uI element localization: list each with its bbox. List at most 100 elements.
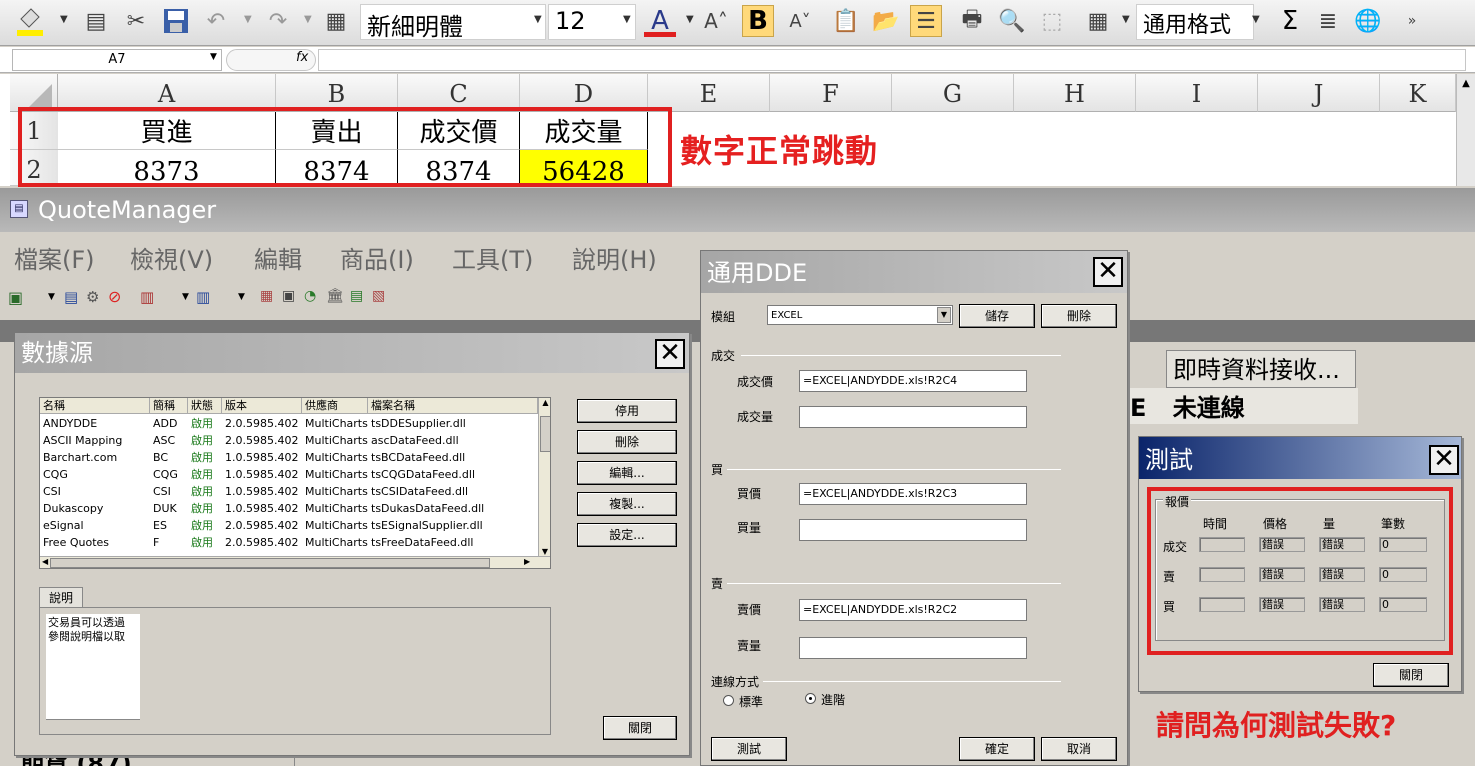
buy-price-input[interactable]: =EXCEL|ANDYDDE.xls!R2C3 — [799, 483, 1027, 505]
borders-icon[interactable]: ▦ — [1082, 5, 1114, 37]
disable-button[interactable]: 停用 — [577, 399, 677, 423]
radio-advanced[interactable] — [805, 693, 816, 704]
test-close-icon[interactable]: ✕ — [1429, 445, 1459, 475]
trade-price-input[interactable]: =EXCEL|ANDYDDE.xls!R2C4 — [799, 370, 1027, 392]
undo-icon[interactable]: ↶ — [200, 5, 232, 37]
edit-button[interactable]: 編輯... — [577, 461, 677, 485]
add-symbol-icon[interactable]: ▤ — [64, 288, 78, 306]
list-item[interactable]: Barchart.com BC 啟用 1.0.5985.402 MultiCharts t… — [40, 449, 538, 466]
chart-icon[interactable]: ▧ — [372, 288, 385, 304]
list-item[interactable]: CQG CQG 啟用 1.0.5985.402 MultiCharts tsCQGData… — [40, 466, 538, 483]
menu-file[interactable]: 檔案(F) — [14, 240, 95, 275]
list-item[interactable]: eSignal ES 啟用 2.0.5985.402 MultiCharts tsESig… — [40, 517, 538, 534]
column-header-f[interactable]: F — [770, 74, 892, 112]
font-name-select[interactable]: 新細明體 — [360, 4, 546, 41]
dde-close-icon[interactable]: ✕ — [1093, 257, 1123, 287]
clock-icon[interactable]: ◔ — [304, 288, 316, 304]
cancel-button[interactable]: 取消 — [1041, 737, 1117, 761]
font-color-dropdown-icon[interactable]: ▼ — [686, 14, 694, 25]
new-instrument-icon[interactable]: ▣ — [8, 288, 23, 307]
datasource-list[interactable]: 名稱 簡稱 狀態 版本 供應商 檔案名稱 ANDYDDE ADD 啟用 2.0.598… — [39, 397, 551, 569]
session-icon[interactable]: ▣ — [282, 288, 295, 304]
menu-instrument[interactable]: 商品(I) — [340, 240, 414, 275]
exchange-icon[interactable]: 🏛 — [326, 288, 344, 304]
copy-format-icon[interactable]: ▤ — [80, 5, 112, 37]
test-close-button[interactable]: 關閉 — [1373, 663, 1449, 687]
save-icon[interactable] — [160, 5, 192, 37]
print-preview-icon[interactable]: 🔍 — [996, 5, 1028, 37]
settings-button[interactable]: 設定... — [577, 523, 677, 547]
number-format-dropdown-icon[interactable]: ▼ — [1252, 14, 1260, 25]
tab-description[interactable]: 說明 — [39, 587, 83, 607]
column-header-k[interactable]: K — [1380, 74, 1456, 112]
menu-help[interactable]: 說明(H) — [572, 240, 657, 275]
list-item[interactable]: Dukascopy DUK 啟用 1.0.5985.402 MultiCharts tsD… — [40, 500, 538, 517]
name-box-dropdown-icon[interactable]: ▼ — [210, 52, 217, 62]
list-header-file[interactable]: 檔案名稱 — [368, 398, 538, 414]
datasource-close-icon[interactable]: ✕ — [655, 339, 685, 369]
module-dropdown-icon[interactable]: ▼ — [937, 307, 951, 323]
justify-icon[interactable]: ≣ — [1312, 5, 1344, 37]
paste-icon[interactable]: 📋 — [830, 5, 862, 37]
align-center-icon[interactable]: ☰ — [910, 5, 942, 37]
save-module-button[interactable]: 儲存 — [959, 304, 1035, 328]
trade-volume-input[interactable] — [799, 406, 1027, 428]
import-icon[interactable]: ▥ — [140, 288, 154, 306]
list-item[interactable]: ASCII Mapping ASC 啟用 2.0.5985.402 MultiChart… — [40, 432, 538, 449]
insert-function-button[interactable]: fx — [296, 50, 308, 65]
list-header-short[interactable]: 簡稱 — [150, 398, 188, 414]
font-size-dropdown-icon[interactable]: ▼ — [623, 14, 631, 25]
list-header-vendor[interactable]: 供應商 — [302, 398, 368, 414]
open-folder-icon[interactable]: 📂 — [870, 5, 902, 37]
fill-color-dropdown-icon[interactable]: ▼ — [60, 14, 68, 25]
menu-view[interactable]: 檢視(V) — [130, 240, 213, 275]
font-name-dropdown-icon[interactable]: ▼ — [534, 14, 542, 25]
list-header-name[interactable]: 名稱 — [40, 398, 150, 414]
sell-volume-input[interactable] — [799, 637, 1027, 659]
column-header-j[interactable]: J — [1258, 74, 1380, 112]
export-icon[interactable]: ▥ — [196, 288, 210, 306]
list-vscrollbar[interactable]: ▲ ▼ — [538, 398, 550, 556]
radio-standard[interactable] — [723, 695, 734, 706]
column-header-i[interactable]: I — [1136, 74, 1258, 112]
print-icon[interactable]: 🖶 — [956, 5, 988, 37]
delete-button[interactable]: 刪除 — [577, 430, 677, 454]
formula-input[interactable] — [318, 49, 1466, 71]
redo-dropdown-icon[interactable]: ▼ — [304, 14, 312, 25]
column-header-realtime[interactable]: 即時資料接收... — [1166, 350, 1356, 388]
list-header-status[interactable]: 狀態 — [188, 398, 222, 414]
list-item[interactable]: ANDYDDE ADD 啟用 2.0.5985.402 MultiCharts tsDDE… — [40, 415, 538, 432]
data-icon[interactable]: ▤ — [350, 288, 363, 304]
fill-color-icon[interactable] — [14, 5, 46, 37]
export-dropdown-icon[interactable]: ▼ — [238, 292, 245, 302]
toolbar-more-icon[interactable]: » — [1396, 5, 1428, 37]
number-format-select[interactable]: 通用格式 — [1136, 4, 1254, 40]
list-hscrollbar[interactable]: ◀ ▶ — [40, 556, 550, 568]
cut-icon[interactable]: ✂ — [120, 5, 152, 37]
decrease-font-icon[interactable]: A˅ — [784, 5, 816, 37]
menu-tools[interactable]: 工具(T) — [452, 240, 533, 275]
delete-module-button[interactable]: 刪除 — [1041, 304, 1117, 328]
name-box[interactable]: A7 — [12, 49, 222, 71]
column-header-g[interactable]: G — [892, 74, 1014, 112]
new-dropdown-icon[interactable]: ▼ — [48, 292, 55, 302]
vertical-scrollbar[interactable]: ▲ — [1456, 74, 1475, 186]
undo-dropdown-icon[interactable]: ▼ — [244, 14, 252, 25]
settings-icon[interactable]: ⚙ — [86, 288, 99, 306]
globe-icon[interactable]: 🌐 — [1352, 5, 1384, 37]
list-item[interactable]: CSI CSI 啟用 1.0.5985.402 MultiCharts tsCSIData… — [40, 483, 538, 500]
increase-font-icon[interactable]: A˄ — [700, 5, 732, 37]
list-item[interactable]: Free Quotes F 啟用 2.0.5985.402 MultiCharts tsF… — [40, 534, 538, 551]
sell-price-input[interactable]: =EXCEL|ANDYDDE.xls!R2C2 — [799, 599, 1027, 621]
list-header-version[interactable]: 版本 — [222, 398, 302, 414]
borders-dropdown-icon[interactable]: ▼ — [1122, 14, 1130, 25]
spell-check-icon[interactable]: ▦ — [320, 5, 352, 37]
datasource-close-button[interactable]: 關閉 — [603, 716, 677, 740]
stop-icon[interactable]: ⊘ — [108, 287, 121, 306]
import-dropdown-icon[interactable]: ▼ — [182, 292, 189, 302]
bold-icon[interactable]: B — [742, 5, 774, 37]
module-select[interactable]: EXCEL — [767, 305, 953, 325]
select-object-icon[interactable]: ⬚ — [1036, 5, 1068, 37]
column-header-h[interactable]: H — [1014, 74, 1136, 112]
calendar-icon[interactable]: ▦ — [260, 288, 273, 304]
